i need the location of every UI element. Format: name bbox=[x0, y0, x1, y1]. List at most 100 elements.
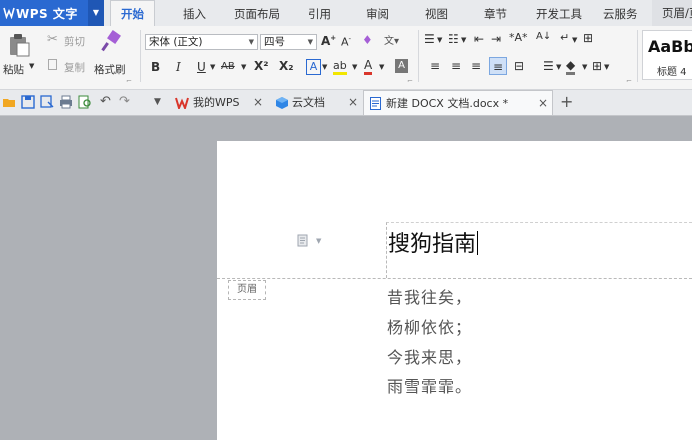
numbered-list-icon[interactable]: ☷ bbox=[448, 32, 459, 46]
tab-header-footer[interactable]: 页眉/页 bbox=[652, 0, 692, 26]
paste-icon[interactable] bbox=[8, 33, 30, 57]
paste-dropdown-icon[interactable]: ▼ bbox=[29, 62, 34, 70]
style-name: 标题 4 bbox=[657, 67, 687, 78]
font-size-select[interactable]: 四号 ▼ bbox=[260, 34, 317, 50]
chevron-down-icon[interactable]: ▼ bbox=[379, 63, 384, 71]
tab-view[interactable]: 视图 bbox=[425, 6, 448, 22]
align-center-icon[interactable]: ≡ bbox=[451, 59, 461, 73]
decrease-indent-icon[interactable]: ⇤ bbox=[474, 32, 484, 46]
customize-dropdown-icon[interactable]: ▼ bbox=[154, 97, 161, 107]
tab-insert[interactable]: 插入 bbox=[183, 6, 206, 22]
italic-button[interactable]: I bbox=[176, 60, 181, 74]
chevron-down-icon[interactable]: ▼ bbox=[352, 63, 357, 71]
shading-icon[interactable]: ◆ bbox=[566, 59, 576, 75]
tab-new-docx[interactable]: 新建 DOCX 文档.docx * × bbox=[363, 90, 553, 115]
bullet-list-icon[interactable]: ☰ bbox=[424, 32, 435, 46]
tab-developer[interactable]: 开发工具 bbox=[536, 6, 582, 22]
chevron-down-icon[interactable]: ▼ bbox=[572, 36, 577, 44]
scissors-icon: ✂ bbox=[47, 32, 58, 47]
chinese-layout-icon[interactable]: *A* bbox=[509, 31, 528, 44]
increase-indent-icon[interactable]: ⇥ bbox=[491, 32, 501, 46]
tab-chapter[interactable]: 章节 bbox=[484, 6, 507, 22]
clipboard-launcher-icon[interactable]: ⌐ bbox=[126, 77, 132, 85]
tab-new-docx-label: 新建 DOCX 文档.docx * bbox=[386, 97, 509, 110]
grow-font-icon[interactable]: A+ bbox=[321, 34, 336, 48]
font-name-select[interactable]: 宋体 (正文) ▼ bbox=[145, 34, 258, 50]
tab-review[interactable]: 审阅 bbox=[366, 6, 389, 22]
chevron-down-icon[interactable]: ▼ bbox=[210, 63, 215, 71]
show-marks-icon[interactable]: ↵ bbox=[560, 31, 569, 44]
underline-button[interactable]: U bbox=[197, 60, 206, 74]
table-icon[interactable]: ⊞ bbox=[583, 31, 593, 45]
align-justify-icon[interactable]: ≡ bbox=[489, 57, 507, 75]
chevron-down-icon[interactable]: ▼ bbox=[556, 63, 561, 71]
open-folder-icon[interactable] bbox=[2, 95, 16, 109]
body-line[interactable]: 杨柳依依； bbox=[387, 314, 472, 338]
bold-button[interactable]: B bbox=[151, 60, 160, 74]
align-left-icon[interactable]: ≡ bbox=[430, 59, 440, 73]
align-right-icon[interactable]: ≡ bbox=[471, 59, 481, 73]
clear-format-icon[interactable]: ♦ bbox=[362, 33, 373, 47]
text-cursor bbox=[477, 231, 479, 255]
superscript-button[interactable]: X² bbox=[254, 59, 269, 73]
app-dropdown-icon[interactable]: ▼ bbox=[88, 0, 104, 26]
chevron-down-icon[interactable]: ▼ bbox=[322, 63, 327, 71]
ribbon-separator bbox=[418, 30, 419, 82]
chevron-down-icon[interactable]: ▼ bbox=[437, 36, 442, 44]
font-color-button[interactable]: A bbox=[364, 58, 373, 75]
redo-icon[interactable]: ↷ bbox=[119, 94, 130, 109]
font-name-value: 宋体 (正文) bbox=[149, 36, 203, 48]
paragraph-layout-icon[interactable] bbox=[297, 234, 311, 248]
close-icon[interactable]: × bbox=[538, 91, 548, 116]
close-icon[interactable]: × bbox=[348, 90, 358, 115]
phonetic-guide-icon[interactable]: 文▾ bbox=[384, 32, 399, 47]
chevron-down-icon[interactable]: ▼ bbox=[241, 63, 246, 71]
text-effect-icon[interactable]: A bbox=[306, 59, 321, 75]
paragraph-launcher-icon[interactable]: ⌐ bbox=[626, 77, 632, 85]
font-launcher-icon[interactable]: ⌐ bbox=[407, 77, 413, 85]
tab-references[interactable]: 引用 bbox=[308, 6, 331, 22]
line-spacing-icon[interactable]: ☰ bbox=[543, 59, 554, 73]
body-line[interactable]: 今我来思， bbox=[387, 344, 472, 368]
ribbon: 粘贴 ▼ ✂ 剪切 复制 格式刷 ⌐ 宋体 (正文) ▼ 四号 ▼ A+ A- ♦ … bbox=[0, 26, 692, 90]
chevron-down-icon[interactable]: ▼ bbox=[604, 63, 609, 71]
header-title: 搜狗指南 bbox=[388, 232, 477, 257]
strikethrough-button[interactable]: AB bbox=[221, 61, 235, 72]
copy-button[interactable]: 复制 bbox=[64, 60, 85, 75]
new-tab-plus-icon[interactable]: + bbox=[560, 92, 573, 111]
paste-button[interactable]: 粘贴 bbox=[3, 62, 24, 77]
format-painter-button[interactable]: 格式刷 bbox=[94, 62, 126, 77]
font-size-value: 四号 bbox=[264, 36, 285, 48]
cut-button[interactable]: 剪切 bbox=[64, 34, 85, 49]
save-as-icon[interactable] bbox=[40, 95, 54, 109]
borders-icon[interactable]: ⊞ bbox=[592, 59, 602, 73]
chevron-down-icon[interactable]: ▼ bbox=[316, 237, 321, 245]
body-line[interactable]: 昔我往矣， bbox=[387, 284, 472, 308]
print-icon[interactable] bbox=[59, 95, 73, 109]
watermark-text: 搜狗指南 bbox=[541, 362, 645, 390]
shrink-font-icon[interactable]: A- bbox=[341, 35, 351, 49]
copy-icon bbox=[48, 59, 57, 70]
chevron-down-icon[interactable]: ▼ bbox=[582, 63, 587, 71]
tab-page-layout[interactable]: 页面布局 bbox=[234, 6, 280, 22]
print-preview-icon[interactable] bbox=[78, 95, 92, 109]
style-gallery-item[interactable]: AaBb 标题 4 bbox=[642, 30, 692, 80]
tab-cloud-docs[interactable]: 云文档 × bbox=[273, 90, 363, 115]
undo-icon[interactable]: ↶ bbox=[100, 94, 111, 109]
tab-my-wps[interactable]: 我的WPS × bbox=[170, 90, 270, 115]
subscript-button[interactable]: X₂ bbox=[279, 59, 294, 73]
tab-home[interactable]: 开始 bbox=[110, 0, 155, 26]
sort-icon[interactable]: A↓ bbox=[536, 31, 551, 42]
save-icon[interactable] bbox=[21, 95, 35, 109]
body-line[interactable]: 雨雪霏霏。 bbox=[387, 373, 472, 397]
tab-cloud[interactable]: 云服务 bbox=[603, 6, 638, 22]
watermark-logo: S 搜狗指南 bbox=[514, 356, 645, 394]
char-shading-icon[interactable]: A bbox=[395, 59, 408, 73]
ribbon-separator bbox=[140, 30, 141, 82]
header-title-text[interactable]: 搜狗指南 bbox=[388, 226, 479, 258]
highlight-icon[interactable]: ab bbox=[333, 59, 347, 75]
distribute-icon[interactable]: ⊟ bbox=[514, 59, 524, 73]
chevron-down-icon[interactable]: ▼ bbox=[461, 36, 466, 44]
close-icon[interactable]: × bbox=[253, 90, 263, 115]
format-painter-icon[interactable] bbox=[101, 30, 121, 52]
